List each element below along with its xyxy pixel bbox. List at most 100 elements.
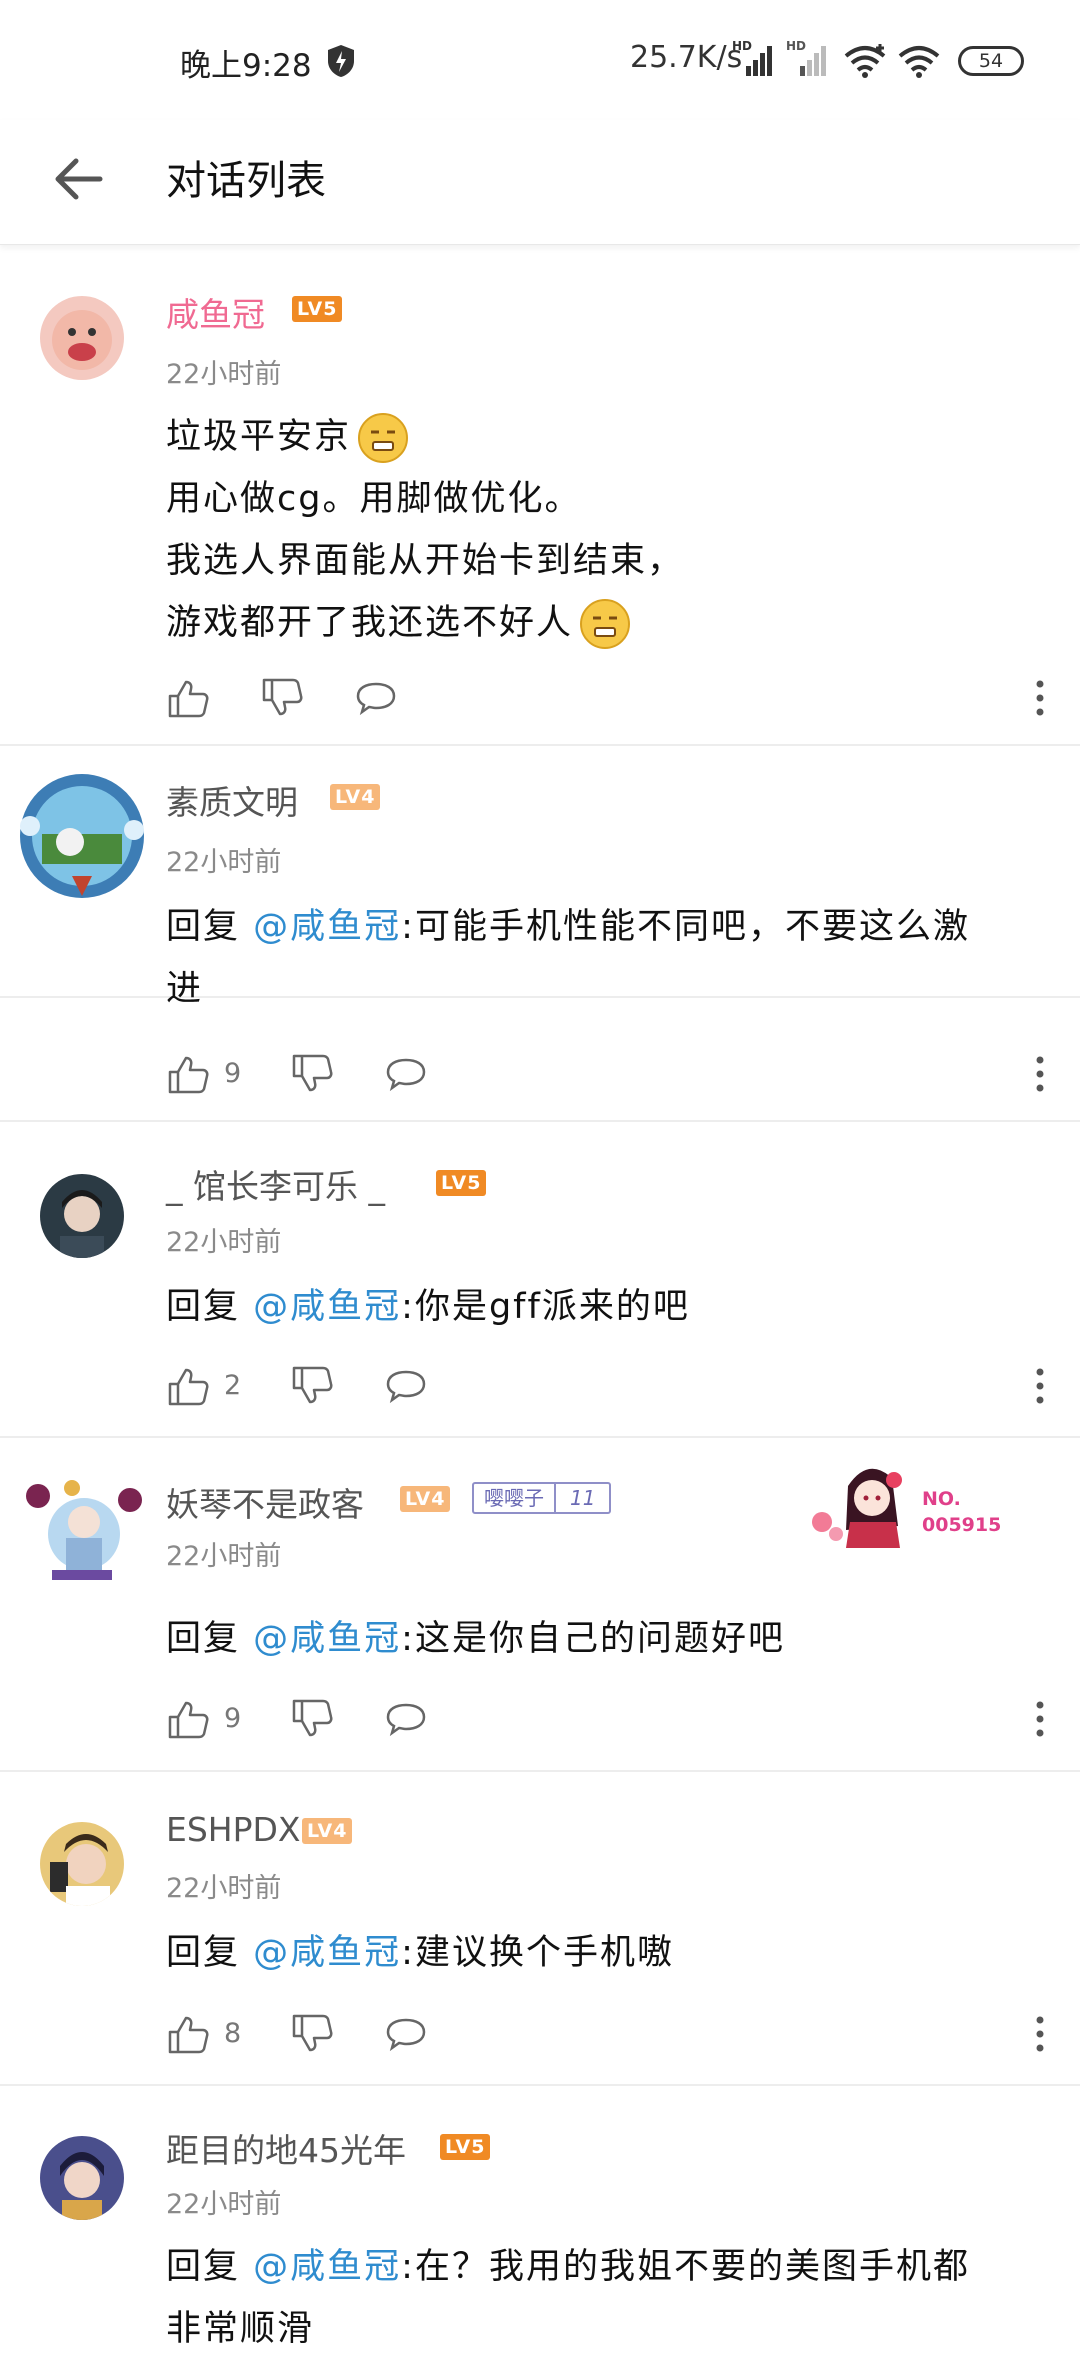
more-options-icon[interactable] — [1034, 1054, 1046, 1094]
dislike-icon[interactable] — [260, 676, 304, 720]
reply-text: :你是gff派来的吧 — [401, 1287, 690, 1327]
battery-indicator: 54 — [958, 46, 1024, 76]
comment-content: 回复 @咸鱼冠:建议换个手机嗷 — [166, 1922, 1056, 1984]
svg-text:HD: HD — [786, 39, 806, 53]
mention-link[interactable]: @咸鱼冠 — [253, 1287, 401, 1327]
mention-link[interactable]: @咸鱼冠 — [253, 1933, 401, 1973]
status-time: 晚上9:28 — [180, 48, 312, 84]
content-line: 用心做cg。用脚做优化。 — [166, 479, 582, 519]
reply-text: :可能手机性能不同吧，不要这么激 — [401, 907, 970, 947]
like-icon[interactable] — [166, 1364, 210, 1408]
content-line: 我选人界面能从开始卡到结束， — [166, 541, 685, 581]
comment-content: 回复 @咸鱼冠:这是你自己的问题好吧 — [166, 1608, 1056, 1670]
more-options-icon[interactable] — [1034, 678, 1046, 718]
more-options-icon[interactable] — [1034, 1699, 1046, 1739]
comment-content: 回复 @咸鱼冠:可能手机性能不同吧，不要这么激 进 — [166, 896, 1056, 1020]
reply-prefix: 回复 — [166, 1287, 241, 1327]
status-bar: 晚上9:28 25.7K/s HD HD 54 — [0, 0, 1080, 120]
like-count: 9 — [224, 1703, 242, 1734]
level-badge: LV4 — [400, 1486, 451, 1512]
network-speed: 25.7K/s — [630, 40, 743, 75]
comment-item: 咸鱼冠 LV5 22小时前 垃圾平安京 用心做cg。用脚做优化。 我选人界面能从… — [0, 246, 1080, 746]
avatar[interactable] — [40, 2136, 124, 2220]
comment-time: 22小时前 — [166, 2189, 282, 2220]
username[interactable]: 妖琴不是政客 — [166, 1478, 364, 1526]
signal-icon: HD — [732, 39, 772, 76]
more-options-icon[interactable] — [1034, 2014, 1046, 2054]
comment-icon[interactable] — [384, 1697, 428, 1741]
reply-text-cont: 非常顺滑 — [166, 2309, 315, 2349]
comment-list: 咸鱼冠 LV5 22小时前 垃圾平安京 用心做cg。用脚做优化。 我选人界面能从… — [0, 246, 1080, 1009]
dislike-icon[interactable] — [290, 2012, 334, 2056]
username[interactable]: 咸鱼冠 — [166, 288, 265, 336]
fan-badge: 嘤嘤子 11 — [472, 1482, 612, 1514]
comment-item: 素质文明 LV4 22小时前 回复 @咸鱼冠:可能手机性能不同吧，不要这么激 进 — [0, 746, 1080, 1009]
comment-time: 22小时前 — [166, 1227, 282, 1258]
like-icon[interactable] — [166, 1697, 210, 1741]
reply-prefix: 回复 — [166, 907, 241, 947]
comment-icon[interactable] — [384, 2012, 428, 2056]
like-icon[interactable] — [166, 1052, 210, 1096]
signal-icon-2: HD — [786, 39, 826, 76]
action-bar: 9 — [166, 1697, 1046, 1745]
reply-text: :在？我用的我姐不要的美图手机都 — [401, 2247, 970, 2287]
avatar[interactable] — [12, 766, 152, 906]
back-arrow-icon[interactable] — [44, 144, 114, 214]
username[interactable]: _ 馆长李可乐 _ — [166, 1160, 385, 1208]
page-title: 对话列表 — [166, 158, 326, 204]
like-count: 8 — [224, 2018, 242, 2049]
action-bar: 8 — [166, 2012, 1046, 2060]
action-bar — [166, 676, 1046, 724]
fan-badge-name: 嘤嘤子 — [474, 1484, 556, 1512]
comment-time: 22小时前 — [166, 1541, 282, 1572]
level-badge: LV4 — [330, 784, 381, 810]
avatar[interactable] — [40, 296, 124, 380]
comment-content: 回复 @咸鱼冠:你是gff派来的吧 — [166, 1276, 1056, 1338]
card-number: NO. 005915 — [922, 1486, 1001, 1538]
comment-icon[interactable] — [384, 1364, 428, 1408]
username[interactable]: 素质文明 — [166, 776, 298, 824]
mention-link[interactable]: @咸鱼冠 — [253, 907, 401, 947]
comment-time: 22小时前 — [166, 1873, 282, 1904]
username[interactable]: 距目的地45光年 — [166, 2124, 406, 2172]
more-options-icon[interactable] — [1034, 1366, 1046, 1406]
card-character-icon — [812, 1468, 902, 1548]
like-icon[interactable] — [166, 2012, 210, 2056]
comment-content: 垃圾平安京 用心做cg。用脚做优化。 我选人界面能从开始卡到结束， 游戏都开了我… — [166, 406, 1056, 654]
username[interactable]: ESHPDX — [166, 1810, 301, 1849]
dislike-icon[interactable] — [290, 1364, 334, 1408]
avatar[interactable] — [12, 1460, 152, 1600]
emoji-icon — [580, 599, 631, 649]
avatar[interactable] — [40, 1174, 124, 1258]
emoji-icon — [358, 413, 409, 463]
shield-icon — [328, 45, 354, 77]
dislike-icon[interactable] — [290, 1697, 334, 1741]
reply-prefix: 回复 — [166, 1933, 241, 1973]
content-line: 垃圾平安京 — [166, 417, 352, 457]
mention-link[interactable]: @咸鱼冠 — [253, 1619, 401, 1659]
like-count: 2 — [224, 1370, 242, 1401]
card-no-value: 005915 — [922, 1514, 1002, 1536]
fan-badge-level: 11 — [570, 1486, 596, 1510]
reply-prefix: 回复 — [166, 1619, 241, 1659]
reply-text: :建议换个手机嗷 — [401, 1933, 674, 1973]
comment-icon[interactable] — [354, 676, 398, 720]
app-header: 对话列表 — [0, 120, 1080, 245]
comment-icon[interactable] — [384, 1052, 428, 1096]
wifi-icon-2 — [898, 46, 940, 78]
wifi-icon — [844, 44, 886, 78]
svg-text:HD: HD — [732, 39, 752, 53]
like-icon[interactable] — [166, 676, 210, 720]
comment-content: 回复 @咸鱼冠:在？我用的我姐不要的美图手机都 非常顺滑 — [166, 2236, 1056, 2360]
dislike-icon[interactable] — [290, 1052, 334, 1096]
mention-link[interactable]: @咸鱼冠 — [253, 2247, 401, 2287]
avatar[interactable] — [40, 1822, 124, 1906]
action-bar: 9 — [166, 1052, 1046, 1100]
level-badge: LV5 — [436, 1170, 487, 1196]
level-badge: LV5 — [292, 296, 343, 322]
content-line: 游戏都开了我还选不好人 — [166, 603, 574, 643]
comment-time: 22小时前 — [166, 847, 282, 878]
like-count: 9 — [224, 1058, 242, 1089]
level-badge: LV5 — [440, 2134, 491, 2160]
reply-text-cont: 进 — [166, 969, 204, 1009]
